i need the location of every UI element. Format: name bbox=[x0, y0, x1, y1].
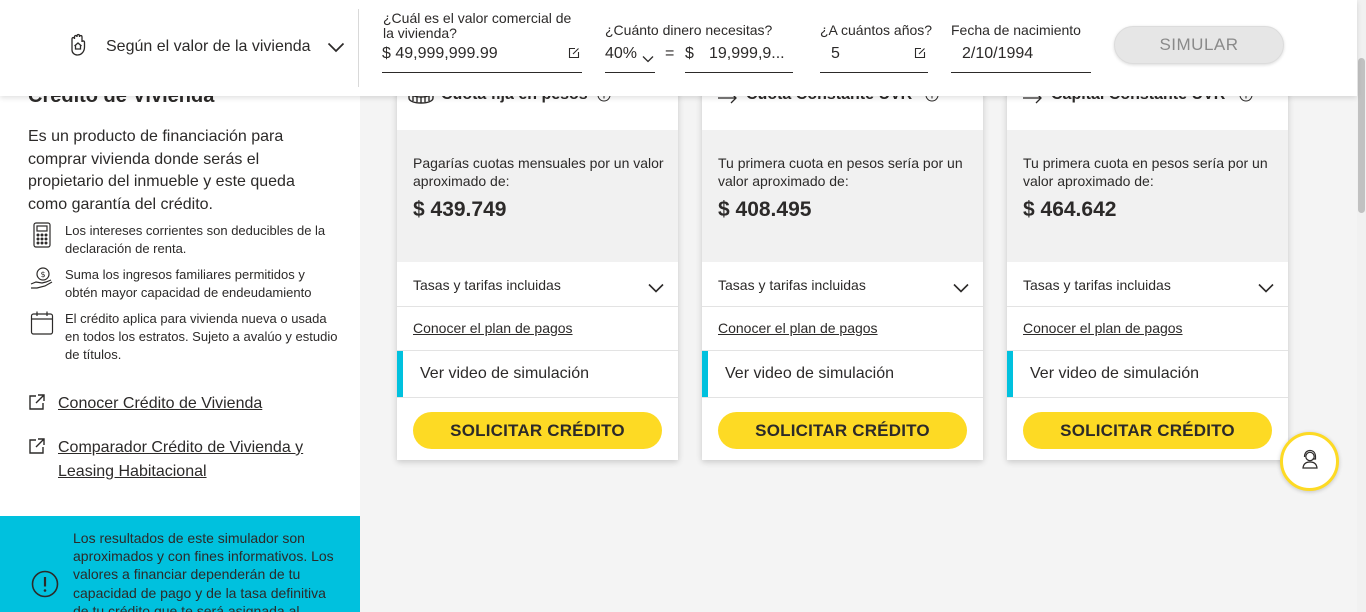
simulate-button[interactable]: SIMULAR bbox=[1114, 26, 1284, 64]
chevron-down-icon[interactable] bbox=[1258, 280, 1274, 298]
chevron-down-icon[interactable] bbox=[953, 280, 969, 298]
payment-plan-row: Conocer el plan de pagos bbox=[1007, 307, 1288, 351]
rates-dropdown[interactable]: Tasas y tarifas incluidas bbox=[1007, 262, 1288, 307]
rates-dropdown[interactable]: Tasas y tarifas incluidas bbox=[702, 262, 983, 307]
card-body: Tu primera cuota en pesos sería por un v… bbox=[702, 130, 983, 262]
accent-bar bbox=[702, 351, 708, 397]
video-simulation-label: Ver video de simulación bbox=[725, 365, 894, 382]
rates-label: Tasas y tarifas incluidas bbox=[1023, 277, 1171, 293]
video-simulation-row[interactable]: Ver video de simulación bbox=[1007, 351, 1288, 398]
simulation-mode-label: Según el valor de la vivienda bbox=[106, 37, 311, 55]
input-underline bbox=[820, 72, 928, 73]
card-cuota-fija: Cuota fija en pesos Pagarías cuotas mens… bbox=[397, 60, 678, 460]
edit-icon[interactable] bbox=[568, 46, 580, 64]
card-body: Tu primera cuota en pesos sería por un v… bbox=[1007, 130, 1288, 262]
feature-text: El crédito aplica para vivienda nueva o … bbox=[65, 311, 338, 362]
video-simulation-label: Ver video de simulación bbox=[420, 365, 589, 382]
svg-text:$: $ bbox=[41, 270, 46, 279]
disclaimer-text: Los resultados de este simulador son apr… bbox=[73, 530, 334, 612]
support-agent-icon bbox=[1299, 448, 1321, 475]
rates-dropdown[interactable]: Tasas y tarifas incluidas bbox=[397, 262, 678, 307]
input-underline bbox=[605, 72, 655, 73]
calculator-icon bbox=[28, 222, 56, 258]
alert-icon bbox=[31, 570, 59, 603]
calendar-icon bbox=[28, 310, 56, 364]
video-simulation-label: Ver video de simulación bbox=[1030, 365, 1199, 382]
solicitar-credito-button[interactable]: SOLICITAR CRÉDITO bbox=[718, 412, 967, 449]
card-amount: $ 408.495 bbox=[718, 198, 812, 221]
chevron-down-icon[interactable] bbox=[648, 280, 664, 298]
video-simulation-row[interactable]: Ver video de simulación bbox=[397, 351, 678, 398]
divider bbox=[358, 9, 359, 87]
input-underline bbox=[685, 72, 793, 73]
card-cuota-constante-uvr: Cuota Constante UVR Tu primera cuota en … bbox=[702, 60, 983, 460]
input-underline bbox=[382, 72, 582, 73]
input-underline bbox=[951, 72, 1091, 73]
card-capital-constante-uvr: Capital Constante UVR Tu primera cuota e… bbox=[1007, 60, 1288, 460]
scrollbar-thumb[interactable] bbox=[1358, 58, 1365, 213]
card-description: Pagarías cuotas mensuales por un valor a… bbox=[413, 155, 664, 189]
home-value-label: ¿Cuál es el valor comercial de la vivien… bbox=[383, 10, 572, 41]
birth-date-label: Fecha de nacimiento bbox=[951, 22, 1081, 38]
video-simulation-row[interactable]: Ver video de simulación bbox=[702, 351, 983, 398]
payment-plan-row: Conocer el plan de pagos bbox=[397, 307, 678, 351]
disclaimer-notice: Los resultados de este simulador son apr… bbox=[0, 516, 360, 612]
birth-date-input[interactable]: 2/10/1994 bbox=[962, 45, 1033, 63]
solicitar-credito-button[interactable]: SOLICITAR CRÉDITO bbox=[1023, 412, 1272, 449]
payment-plan-row: Conocer el plan de pagos bbox=[702, 307, 983, 351]
simulator-topbar: Según el valor de la vivienda ¿Cuál es e… bbox=[0, 0, 1357, 96]
comparador-link-label[interactable]: Comparador Crédito de Vivienda y Leasing… bbox=[58, 436, 318, 484]
accent-bar bbox=[397, 351, 403, 397]
amount-input[interactable]: 19,999,9... bbox=[709, 45, 785, 63]
card-description: Tu primera cuota en pesos sería por un v… bbox=[718, 155, 963, 189]
years-label: ¿A cuántos años? bbox=[820, 22, 933, 38]
card-description: Tu primera cuota en pesos sería por un v… bbox=[1023, 155, 1268, 189]
rates-label: Tasas y tarifas incluidas bbox=[718, 277, 866, 293]
rates-label: Tasas y tarifas incluidas bbox=[413, 277, 561, 293]
chevron-down-icon[interactable] bbox=[642, 50, 654, 68]
solicitar-credito-button[interactable]: SOLICITAR CRÉDITO bbox=[413, 412, 662, 449]
years-input[interactable]: 5 bbox=[831, 45, 840, 63]
card-body: Pagarías cuotas mensuales por un valor a… bbox=[397, 130, 678, 262]
equals-sign: = bbox=[665, 45, 675, 62]
years-field: ¿A cuántos años? bbox=[820, 23, 932, 38]
money-needed-field: ¿Cuánto dinero necesitas? bbox=[605, 23, 772, 38]
birth-date-field: Fecha de nacimiento bbox=[951, 23, 1081, 38]
external-link-icon bbox=[28, 392, 50, 416]
home-value-input[interactable]: $ 49,999,999.99 bbox=[382, 45, 498, 63]
conocer-credito-link[interactable]: Conocer Crédito de Vivienda bbox=[28, 392, 318, 416]
edit-icon[interactable] bbox=[914, 46, 926, 64]
percent-select[interactable]: 40% bbox=[605, 45, 637, 63]
feature-item: $ Suma los ingresos familiares permitido… bbox=[28, 266, 338, 302]
home-value-field: ¿Cuál es el valor comercial de la vivien… bbox=[383, 11, 583, 41]
feature-item: El crédito aplica para vivienda nueva o … bbox=[28, 310, 338, 364]
card-amount: $ 439.749 bbox=[413, 198, 507, 221]
money-hand-icon: $ bbox=[28, 266, 56, 302]
feature-item: Los intereses corrientes son deducibles … bbox=[28, 222, 338, 258]
external-link-icon bbox=[28, 436, 50, 484]
payment-plan-link[interactable]: Conocer el plan de pagos bbox=[718, 320, 878, 336]
payment-plan-link[interactable]: Conocer el plan de pagos bbox=[1023, 320, 1183, 336]
support-chat-button[interactable] bbox=[1280, 432, 1339, 491]
card-amount: $ 464.642 bbox=[1023, 198, 1117, 221]
money-needed-label: ¿Cuánto dinero necesitas? bbox=[605, 22, 773, 38]
feature-text: Los intereses corrientes son deducibles … bbox=[65, 223, 326, 256]
currency-symbol: $ bbox=[685, 45, 694, 62]
simulation-mode-select[interactable]: Según el valor de la vivienda bbox=[64, 30, 345, 63]
conocer-credito-link-label[interactable]: Conocer Crédito de Vivienda bbox=[58, 392, 318, 416]
left-panel-description: Es un producto de financiación para comp… bbox=[28, 128, 295, 213]
feature-text: Suma los ingresos familiares permitidos … bbox=[65, 267, 312, 300]
chevron-down-icon[interactable] bbox=[327, 40, 345, 58]
accent-bar bbox=[1007, 351, 1013, 397]
hand-home-icon bbox=[64, 30, 92, 63]
payment-plan-link[interactable]: Conocer el plan de pagos bbox=[413, 320, 573, 336]
scrollbar[interactable] bbox=[1357, 0, 1366, 612]
comparador-link[interactable]: Comparador Crédito de Vivienda y Leasing… bbox=[28, 436, 318, 484]
